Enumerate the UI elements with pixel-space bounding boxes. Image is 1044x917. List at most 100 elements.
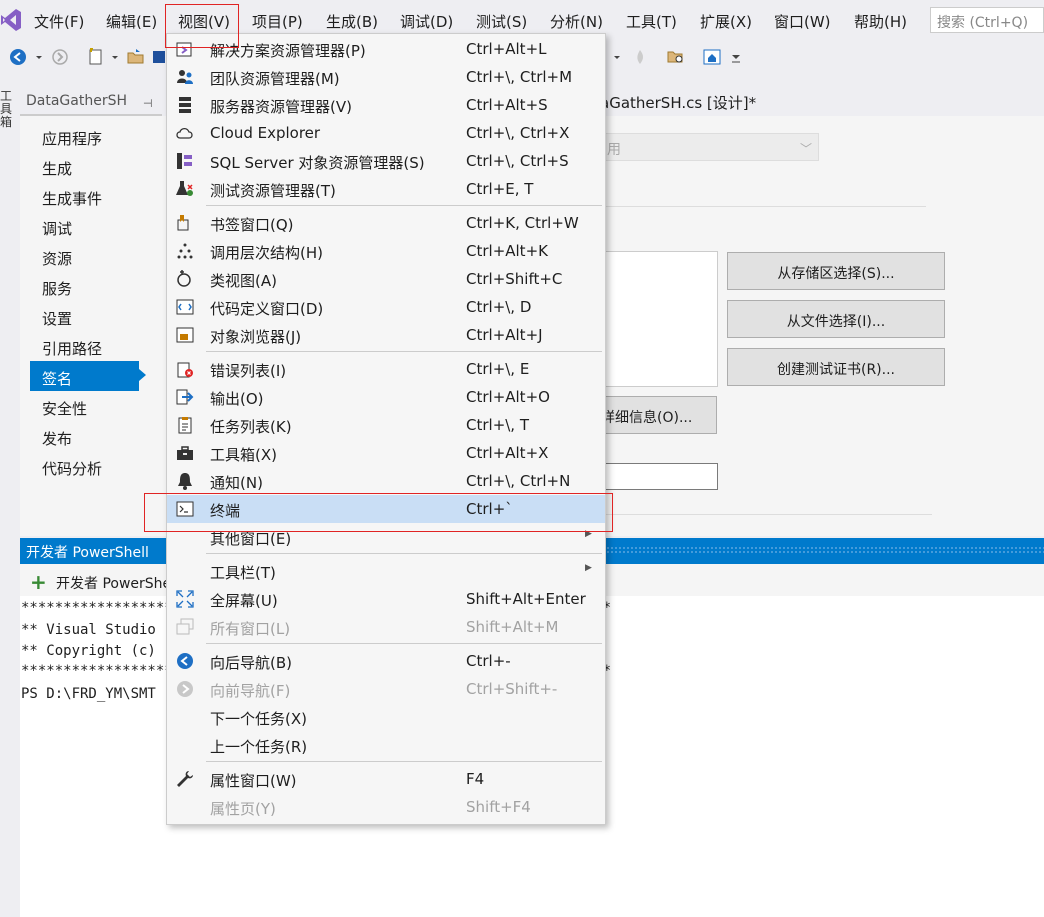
menu-debug[interactable]: 调试(D): [400, 11, 453, 32]
plus-icon[interactable]: +: [30, 570, 47, 594]
open-folder-icon[interactable]: [126, 47, 146, 67]
menu-item-code-definition-window[interactable]: 代码定义窗口(D) Ctrl+\, D: [167, 293, 605, 321]
title-bar-grip[interactable]: [606, 546, 1044, 554]
menu-item-all-windows: 所有窗口(L) Shift+Alt+M: [167, 613, 605, 641]
menu-item-navigate-forward: 向前导航(F) Ctrl+Shift+-: [167, 675, 605, 703]
visual-studio-logo-icon: [1, 9, 21, 31]
save-icon[interactable]: [152, 47, 166, 67]
nav-item-build-events[interactable]: 生成事件: [30, 181, 139, 211]
submenu-arrow-icon: ▶: [585, 563, 592, 573]
code-definition-icon: [176, 299, 194, 315]
configuration-combo: 用: [598, 133, 819, 161]
menu-item-sql-server-object-explorer[interactable]: SQL Server 对象资源管理器(S) Ctrl+\, Ctrl+S: [167, 147, 605, 175]
menu-extensions[interactable]: 扩展(X): [700, 11, 752, 32]
nav-item-publish[interactable]: 发布: [30, 421, 139, 451]
find-in-files-icon[interactable]: [666, 47, 686, 67]
select-from-store-button[interactable]: 从存储区选择(S)...: [727, 252, 945, 290]
section-divider: [598, 206, 926, 207]
menu-build[interactable]: 生成(B): [326, 11, 378, 32]
menu-item-class-view[interactable]: 类视图(A) Ctrl+Shift+C: [167, 265, 605, 293]
menu-item-toolbox[interactable]: 工具箱(X) Ctrl+Alt+X: [167, 439, 605, 467]
search-input[interactable]: 搜索 (Ctrl+Q): [930, 7, 1044, 33]
notification-bell-icon: [178, 473, 192, 490]
menu-item-toolbars[interactable]: 工具栏(T) ▶: [167, 557, 605, 585]
server-explorer-icon: [179, 97, 191, 113]
menu-item-previous-task[interactable]: 上一个任务(R): [167, 731, 605, 759]
section-divider-bottom: [598, 514, 932, 515]
console-prompt: PS D:\FRD_YM\SMT: [21, 686, 156, 702]
new-dropdown-icon[interactable]: [110, 47, 120, 67]
menu-item-bookmark-window[interactable]: 书签窗口(Q) Ctrl+K, Ctrl+W: [167, 209, 605, 237]
test-explorer-icon: [176, 181, 193, 196]
menu-window[interactable]: 窗口(W): [774, 11, 831, 32]
menu-item-test-explorer[interactable]: 测试资源管理器(T) Ctrl+E, T: [167, 175, 605, 203]
error-list-icon: [177, 362, 193, 378]
toolbox-strip[interactable]: [0, 86, 14, 917]
annotation-box-view-menu: [165, 4, 239, 48]
nav-item-application[interactable]: 应用程序: [30, 121, 139, 151]
task-list-icon: [178, 417, 192, 434]
menu-item-cloud-explorer[interactable]: Cloud Explorer Ctrl+\, Ctrl+X: [167, 119, 605, 147]
nav-item-reference-paths[interactable]: 引用路径: [30, 331, 139, 361]
menu-project[interactable]: 项目(P): [252, 11, 303, 32]
console-line: ** Copyright (c): [21, 643, 156, 659]
menu-item-team-explorer[interactable]: 团队资源管理器(M) Ctrl+\, Ctrl+M: [167, 63, 605, 91]
menu-item-error-list[interactable]: 错误列表(I) Ctrl+\, E: [167, 355, 605, 383]
menu-item-navigate-backward[interactable]: 向后导航(B) Ctrl+-: [167, 647, 605, 675]
menu-test[interactable]: 测试(S): [476, 11, 527, 32]
nav-item-settings[interactable]: 设置: [30, 301, 139, 331]
toolbar-dropdown-icon[interactable]: [612, 47, 622, 67]
call-hierarchy-icon: [177, 243, 193, 259]
menu-item-property-pages: 属性页(Y) Shift+F4: [210, 798, 531, 818]
menu-item-output[interactable]: 输出(O) Ctrl+Alt+O: [167, 383, 605, 411]
nav-item-signing[interactable]: 签名: [30, 361, 139, 391]
toolbox-tab-label[interactable]: 工具箱: [0, 90, 14, 129]
pin-icon[interactable]: ⊣: [143, 97, 153, 110]
all-windows-icon: [176, 618, 194, 635]
new-powershell-button-label[interactable]: 开发者 PowerShell: [56, 573, 179, 593]
select-from-file-button[interactable]: 从文件选择(I)...: [727, 300, 945, 338]
chevron-down-icon: ﹀: [800, 142, 813, 156]
nav-item-resources[interactable]: 资源: [30, 241, 139, 271]
wrench-icon: [177, 771, 193, 787]
new-project-icon[interactable]: [86, 47, 106, 67]
forward-icon[interactable]: [50, 47, 70, 67]
back-dropdown-icon[interactable]: [34, 47, 44, 67]
menu-separator: [206, 351, 602, 352]
more-details-button[interactable]: 详细信息(O)...: [598, 396, 717, 434]
menu-item-next-task[interactable]: 下一个任务(X): [167, 703, 605, 731]
menu-file[interactable]: 文件(F): [34, 11, 84, 32]
menu-separator: [206, 643, 602, 644]
nav-item-code-analysis[interactable]: 代码分析: [30, 451, 139, 481]
menu-item-call-hierarchy[interactable]: 调用层次结构(H) Ctrl+Alt+K: [167, 237, 605, 265]
menu-help[interactable]: 帮助(H): [854, 11, 907, 32]
toolbar-overflow-icon[interactable]: [730, 47, 742, 67]
menu-separator: [206, 553, 602, 554]
menu-item-server-explorer[interactable]: 服务器资源管理器(V) Ctrl+Alt+S: [167, 91, 605, 119]
toolbox-icon: [177, 446, 193, 460]
menu-separator: [206, 761, 602, 762]
output-icon: [176, 389, 194, 405]
sql-server-icon: [177, 153, 192, 169]
menu-tools[interactable]: 工具(T): [626, 11, 677, 32]
menu-analyze[interactable]: 分析(N): [550, 11, 603, 32]
back-icon[interactable]: [8, 47, 28, 67]
nav-item-services[interactable]: 服务: [30, 271, 139, 301]
project-properties-tab[interactable]: DataGatherSH: [20, 88, 162, 116]
menu-item-properties-window[interactable]: 属性窗口(W) F4: [167, 765, 605, 793]
nav-item-debug[interactable]: 调试: [30, 211, 139, 241]
hot-reload-icon[interactable]: [630, 47, 650, 67]
menu-item-full-screen[interactable]: 全屏幕(U) Shift+Alt+Enter: [167, 585, 605, 613]
timestamp-server-url-field[interactable]: [598, 463, 718, 490]
nav-item-build[interactable]: 生成: [30, 151, 139, 181]
menu-item-object-browser[interactable]: 对象浏览器(J) Ctrl+Alt+J: [167, 321, 605, 349]
menu-item-notifications[interactable]: 通知(N) Ctrl+\, Ctrl+N: [167, 467, 605, 495]
nav-item-security[interactable]: 安全性: [30, 391, 139, 421]
browser-home-icon[interactable]: [702, 47, 722, 67]
menu-edit[interactable]: 编辑(E): [106, 11, 157, 32]
console-line: ** Visual Studio: [21, 622, 156, 638]
create-test-certificate-button[interactable]: 创建测试证书(R)...: [727, 348, 945, 386]
designer-document-tab[interactable]: aGatherSH.cs [设计]*: [600, 92, 756, 113]
menu-item-task-list[interactable]: 任务列表(K) Ctrl+\, T: [167, 411, 605, 439]
cloud-icon: [176, 127, 193, 139]
